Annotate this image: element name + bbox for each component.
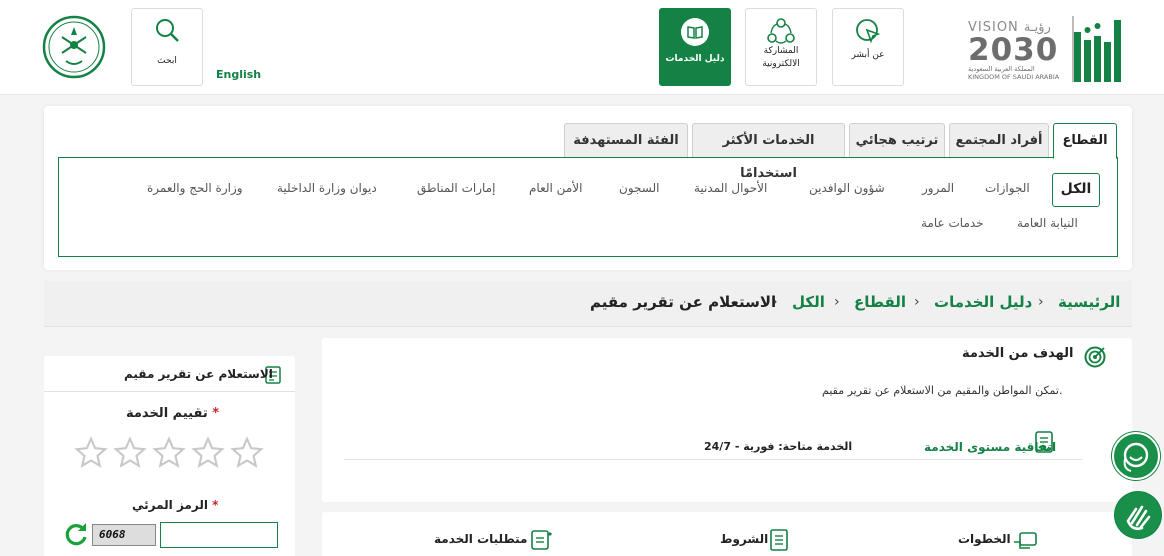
- tab-sector[interactable]: القطاع: [1053, 123, 1117, 159]
- star-icon[interactable]: [191, 436, 225, 470]
- sector-passports[interactable]: الجوازات: [985, 181, 1030, 195]
- requirements-section[interactable]: متطلبات الخدمة: [434, 532, 527, 546]
- star-rating[interactable]: [74, 436, 266, 472]
- breadcrumb-sector[interactable]: القطاع: [854, 293, 906, 311]
- sector-filter-panel: القطاع أفراد المجتمع ترتيب هجائي الخدمات…: [44, 106, 1132, 270]
- captcha-input[interactable]: [160, 522, 278, 548]
- breadcrumb-all[interactable]: الكل: [792, 293, 825, 311]
- sign-language-hand-icon: [1115, 492, 1161, 538]
- service-goal-description: تمكن المواطن والمقيم من الاستعلام عن تقر…: [822, 384, 1063, 397]
- search-label: ابحث: [157, 56, 177, 66]
- refresh-icon[interactable]: [62, 520, 90, 548]
- sector-regions-emirates[interactable]: إمارات المناطق: [417, 181, 495, 195]
- virtual-assistant-button[interactable]: [1111, 431, 1161, 481]
- breadcrumb-home[interactable]: الرئيسية: [1058, 293, 1120, 311]
- sector-expatriates[interactable]: شؤون الوافدين: [809, 181, 885, 195]
- terms-section[interactable]: الشروط: [720, 532, 768, 546]
- service-rating-card: الاستعلام عن تقرير مقيم تقييم الخدمة * ا…: [44, 356, 295, 556]
- service-sections-card: الخطوات الشروط متطلبات الخدمة: [322, 512, 1132, 556]
- about-absher-button[interactable]: عن أبشر: [832, 8, 904, 86]
- captcha-image: 6068: [92, 524, 156, 546]
- breadcrumb-current: الاستعلام عن تقرير مقيم: [590, 293, 777, 311]
- services-guide-label: دليل الخدمات: [665, 54, 725, 64]
- sector-interior-ministry-office[interactable]: ديوان وزارة الداخلية: [277, 181, 377, 195]
- captcha-label-text: الرمز المرئي: [132, 498, 208, 512]
- rating-label-text: تقييم الخدمة: [126, 406, 208, 421]
- service-details-card: الهدف من الخدمة تمكن المواطن والمقيم من …: [322, 338, 1132, 502]
- sector-public-prosecution[interactable]: النيابة العامة: [1017, 216, 1078, 230]
- sign-language-button[interactable]: [1114, 491, 1162, 539]
- breadcrumb-separator: ›: [1038, 294, 1044, 310]
- required-mark: *: [212, 406, 220, 421]
- captcha-label: الرمز المرئي *: [132, 498, 218, 512]
- search-icon: [156, 19, 179, 42]
- star-icon[interactable]: [113, 436, 147, 470]
- sector-all-button[interactable]: الكل: [1052, 173, 1100, 207]
- book-icon: [681, 18, 709, 46]
- vision-sub-en: KINGDOM OF SAUDI ARABIA: [968, 73, 1060, 81]
- sector-public-security[interactable]: الأمن العام: [529, 181, 582, 195]
- sector-civil-affairs[interactable]: الأحوال المدنية: [694, 181, 767, 195]
- sector-list: الكل الجوازات المرور شؤون الوافدين الأحو…: [58, 157, 1118, 257]
- side-card-title: الاستعلام عن تقرير مقيم: [124, 367, 273, 381]
- e-participation-label-2: الالكترونية: [762, 59, 800, 69]
- rating-label: تقييم الخدمة *: [126, 406, 219, 421]
- sector-traffic[interactable]: المرور: [922, 181, 954, 195]
- top-header: VISION رؤيـة 2030 المملكة العربية السعود…: [0, 0, 1164, 95]
- tab-alphabetical[interactable]: ترتيب هجائي: [849, 123, 945, 157]
- side-card-header: الاستعلام عن تقرير مقيم: [44, 356, 295, 392]
- absher-logo[interactable]: [1070, 12, 1128, 84]
- tab-target-audience[interactable]: الفئة المستهدفة: [564, 123, 688, 157]
- network-icon: [767, 18, 795, 44]
- star-icon[interactable]: [152, 436, 186, 470]
- vision-year: 2030: [968, 32, 1059, 68]
- required-mark: *: [212, 498, 219, 512]
- sector-prisons[interactable]: السجون: [619, 181, 659, 195]
- target-icon: [1084, 346, 1106, 368]
- star-icon[interactable]: [74, 436, 108, 470]
- sector-general-services[interactable]: خدمات عامة: [921, 216, 984, 230]
- star-icon[interactable]: [230, 436, 264, 470]
- e-participation-button[interactable]: المشاركة الالكترونية: [745, 8, 817, 86]
- about-absher-label: عن أبشر: [851, 50, 885, 60]
- tab-community-members[interactable]: أفراد المجتمع: [949, 123, 1049, 157]
- checklist-icon: [770, 529, 788, 551]
- search-button[interactable]: ابحث: [131, 8, 203, 86]
- english-language-link[interactable]: English: [216, 68, 261, 81]
- breadcrumb: الرئيسية › دليل الخدمات › القطاع › الكل …: [44, 281, 1132, 327]
- ministry-emblem-logo: [42, 15, 106, 79]
- chat-bot-icon: [1112, 432, 1160, 480]
- sector-hajj-umrah-ministry[interactable]: وزارة الحج والعمرة: [147, 181, 243, 195]
- breadcrumb-separator: ›: [914, 294, 920, 310]
- tab-most-used[interactable]: الخدمات الأكثر استخدامًا: [692, 123, 845, 181]
- breadcrumb-separator: ›: [834, 294, 840, 310]
- steps-section[interactable]: الخطوات: [958, 532, 1011, 546]
- vision-2030-logo: VISION رؤيـة 2030 المملكة العربية السعود…: [968, 20, 1064, 86]
- sla-label: اتفاقية مستوى الخدمة: [924, 440, 1057, 454]
- services-guide-button[interactable]: دليل الخدمات: [659, 8, 731, 86]
- requirements-icon: [531, 530, 552, 550]
- sla-row: اتفاقية مستوى الخدمة الخدمة متاحة: فورية…: [344, 431, 1082, 460]
- cursor-circle-icon: [856, 19, 881, 44]
- breadcrumb-services-guide[interactable]: دليل الخدمات: [934, 293, 1032, 311]
- steps-icon: [1014, 532, 1037, 549]
- e-participation-label-1: المشاركة: [763, 46, 799, 56]
- service-goal-title: الهدف من الخدمة: [962, 346, 1074, 361]
- sla-value: الخدمة متاحة: فورية - 24/7: [704, 440, 853, 453]
